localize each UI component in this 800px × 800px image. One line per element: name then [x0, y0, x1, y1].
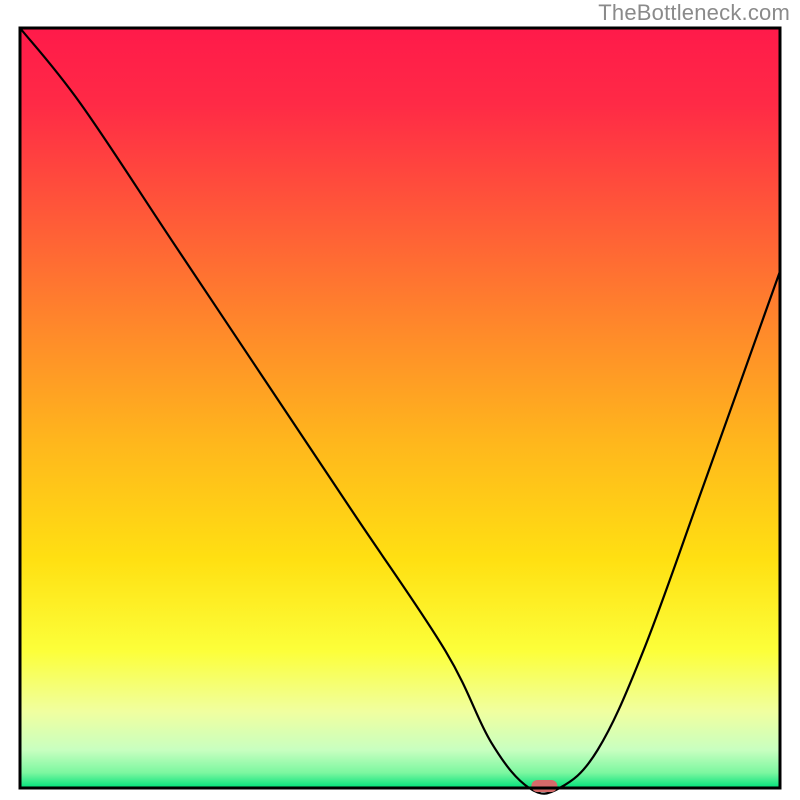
- bottleneck-chart: [0, 0, 800, 800]
- plot-background-gradient: [20, 28, 780, 788]
- optimal-point-marker: [531, 780, 557, 792]
